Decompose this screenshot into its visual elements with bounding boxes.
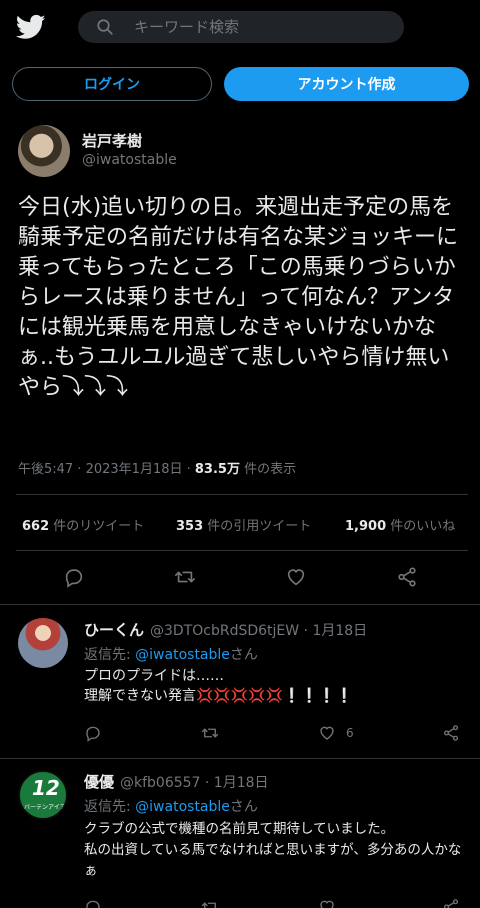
avatar-caption: バーテンアイアー	[24, 804, 68, 811]
like-icon[interactable]	[318, 898, 336, 908]
author-avatar[interactable]	[18, 125, 70, 177]
divider	[0, 758, 480, 759]
reply-to: 返信先: @iwatostableさん	[84, 644, 258, 664]
quotes-label: 件の引用ツイート	[203, 519, 312, 534]
reply-author-name[interactable]: ひーくん	[84, 619, 144, 640]
reply-to-suffix: さん	[229, 647, 258, 663]
reply-handle-date[interactable]: @3DTOcbRdSD6tjEW · 1月18日	[150, 620, 367, 640]
retweet-icon[interactable]	[201, 724, 219, 742]
divider	[16, 550, 468, 551]
reply-to-prefix: 返信先:	[84, 647, 136, 663]
login-button[interactable]: ログイン	[12, 67, 212, 101]
share-icon[interactable]	[396, 566, 418, 588]
author-name[interactable]: 岩戸孝樹	[82, 130, 142, 151]
likes-stat[interactable]: 1,900 件のいいね	[345, 515, 455, 534]
like-count: 6	[346, 726, 354, 740]
views-label: 件の表示	[239, 462, 297, 477]
retweets-label: 件のリツイート	[49, 519, 145, 534]
reply-avatar[interactable]	[18, 618, 68, 668]
search-icon	[96, 18, 114, 36]
reply-to-prefix: 返信先:	[84, 799, 136, 815]
reply-avatar[interactable]: 12 バーテンアイアー	[18, 770, 68, 820]
likes-count: 1,900	[345, 519, 387, 534]
retweet-icon[interactable]	[174, 566, 196, 588]
search-box[interactable]	[78, 11, 404, 43]
author-handle[interactable]: @iwatostable	[82, 152, 177, 168]
like-icon[interactable]	[285, 566, 307, 588]
reply-icon[interactable]	[63, 566, 85, 588]
share-icon[interactable]	[442, 898, 460, 908]
reply-mention-link[interactable]: @iwatostable	[135, 799, 230, 815]
reply-icon[interactable]	[84, 898, 102, 908]
reply-text: クラブの公式で機種の名前見て期待していました。 私の出資している馬でなければと思…	[84, 821, 462, 879]
reply-icon[interactable]	[84, 724, 102, 742]
views-count: 83.5万	[194, 462, 240, 477]
twitter-logo-icon[interactable]	[15, 12, 46, 42]
reply-text: プロのプライドは…… 理解できない発言💢💢💢💢💢❕❕❕❕	[84, 668, 353, 704]
avatar-number: 12	[32, 776, 60, 800]
like-icon[interactable]	[318, 724, 336, 742]
retweets-stat[interactable]: 662 件のリツイート	[22, 515, 144, 534]
reply-to-suffix: さん	[229, 799, 258, 815]
tweet-meta: 午後5:47 · 2023年1月18日 · 83.5万 件の表示	[18, 458, 296, 477]
quotes-stat[interactable]: 353 件の引用ツイート	[176, 515, 311, 534]
likes-label: 件のいいね	[386, 519, 456, 534]
quotes-count: 353	[176, 519, 204, 534]
share-icon[interactable]	[442, 724, 460, 742]
reply-mention-link[interactable]: @iwatostable	[135, 647, 230, 663]
retweets-count: 662	[22, 519, 50, 534]
retweet-icon[interactable]	[201, 898, 219, 908]
top-bar	[0, 0, 480, 56]
reply-to: 返信先: @iwatostableさん	[84, 796, 258, 816]
divider	[16, 494, 468, 495]
divider	[0, 604, 480, 605]
reply-handle-date[interactable]: @kfb06557 · 1月18日	[120, 772, 269, 792]
tweet-time[interactable]: 午後5:47 · 2023年1月18日 ·	[18, 462, 195, 477]
signup-button[interactable]: アカウント作成	[224, 67, 469, 101]
search-input[interactable]	[134, 11, 394, 43]
tweet-text: 今日(水)追い切りの日。来週出走予定の馬を騎乗予定の名前だけは有名な某ジョッキー…	[18, 195, 459, 400]
reply-author-name[interactable]: 優優	[84, 771, 114, 792]
